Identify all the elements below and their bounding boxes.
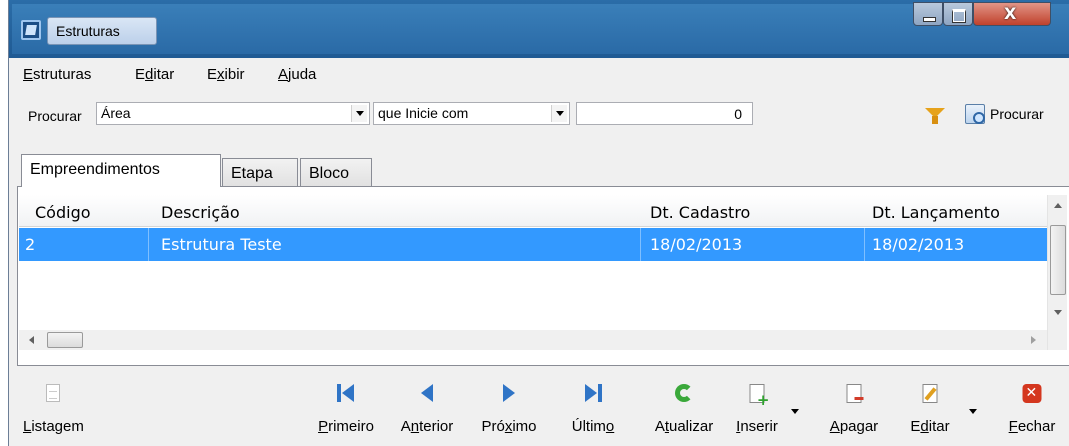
search-button[interactable]: Procurar <box>961 102 1069 128</box>
anterior-label: Anterior <box>400 418 454 435</box>
search-button-label: Procurar <box>990 106 1044 122</box>
tab-empreendimentos[interactable]: Empreendimentos <box>21 154 221 187</box>
search-icon <box>965 104 985 124</box>
horizontal-scroll-thumb[interactable] <box>47 332 83 348</box>
cell-dt-lancamento: 18/02/2013 <box>872 235 965 254</box>
tab-bloco[interactable]: Bloco <box>300 158 372 188</box>
chevron-down-icon[interactable] <box>351 105 367 122</box>
chevron-down-icon[interactable] <box>551 105 567 122</box>
condition-select[interactable]: que Inicie com <box>373 102 570 125</box>
inserir-button[interactable]: Inserir <box>728 370 786 446</box>
apagar-button[interactable]: Apagar <box>821 370 887 446</box>
editar-label: Editar <box>910 418 950 435</box>
primeiro-label: Primeiro <box>318 418 374 435</box>
cell-codigo: 2 <box>25 235 36 254</box>
fechar-label: Fechar <box>1008 418 1056 435</box>
proximo-label: Próximo <box>481 418 537 435</box>
search-label: Procurar <box>28 108 82 124</box>
table-row[interactable]: 2 Estrutura Teste 18/02/2013 18/02/2013 <box>19 228 1047 261</box>
apagar-label: Apagar <box>829 418 879 435</box>
title-bar[interactable]: Estruturas X <box>9 0 1069 58</box>
app-icon[interactable] <box>21 20 41 40</box>
edit-document-icon <box>922 384 938 403</box>
search-input-value: 0 <box>734 106 742 122</box>
menu-editar[interactable]: Editar <box>135 66 174 83</box>
search-input[interactable]: 0 <box>576 102 753 125</box>
application-window: Estruturas X Estruturas Editar Exibir Aj… <box>8 0 1069 446</box>
scroll-up-icon[interactable] <box>1054 203 1062 208</box>
editar-button[interactable]: Editar <box>901 370 959 446</box>
editar-dropdown-icon[interactable] <box>969 409 977 414</box>
listagem-label: Listagem <box>23 418 84 435</box>
scroll-down-icon[interactable] <box>1054 310 1062 315</box>
field-select-value: Área <box>101 105 131 121</box>
menu-exibir[interactable]: Exibir <box>207 66 245 83</box>
primeiro-button[interactable]: Primeiro <box>309 370 383 446</box>
scroll-left-icon[interactable] <box>29 336 34 344</box>
horizontal-scrollbar[interactable] <box>19 330 1047 350</box>
column-header-codigo[interactable]: Código <box>35 203 91 222</box>
inserir-label: Inserir <box>736 418 778 435</box>
fechar-button[interactable]: Fechar <box>999 370 1065 446</box>
scroll-right-icon[interactable] <box>1031 336 1036 344</box>
column-header-descricao[interactable]: Descrição <box>161 203 240 222</box>
cell-divider <box>148 228 149 261</box>
filter-icon[interactable] <box>925 108 945 124</box>
atualizar-button[interactable]: Atualizar <box>646 370 722 446</box>
menu-bar: Estruturas Editar Exibir Ajuda <box>9 62 1069 90</box>
column-header-dt-lancamento[interactable]: Dt. Lançamento <box>872 203 1000 222</box>
title-bar-inner <box>12 4 1069 54</box>
last-record-icon <box>584 384 602 402</box>
first-record-icon <box>337 384 355 402</box>
vertical-scroll-thumb[interactable] <box>1050 225 1066 295</box>
close-icon: X <box>1004 4 1017 23</box>
close-icon <box>1022 384 1042 403</box>
anterior-button[interactable]: Anterior <box>389 370 465 446</box>
next-record-icon <box>503 384 515 402</box>
minimize-button[interactable] <box>913 2 943 26</box>
previous-record-icon <box>421 384 433 402</box>
menu-estruturas[interactable]: Estruturas <box>23 66 91 83</box>
search-bar: Procurar Área que Inicie com 0 Procurar <box>9 90 1069 134</box>
listagem-button[interactable]: Listagem <box>23 370 93 446</box>
menu-ajuda[interactable]: Ajuda <box>278 66 316 83</box>
cell-divider <box>640 228 641 261</box>
tab-etapa[interactable]: Etapa <box>222 158 298 188</box>
inserir-dropdown-icon[interactable] <box>791 409 799 414</box>
close-window-button[interactable]: X <box>973 2 1051 26</box>
column-header-dt-cadastro[interactable]: Dt. Cadastro <box>650 203 750 222</box>
bottom-toolbar: Listagem Primeiro Anterior Próximo Últim… <box>9 370 1069 446</box>
report-icon <box>46 384 60 402</box>
field-select[interactable]: Área <box>96 102 370 125</box>
delete-document-icon <box>846 384 864 403</box>
condition-select-value: que Inicie com <box>378 105 469 121</box>
cell-descricao: Estrutura Teste <box>161 235 282 254</box>
ultimo-label: Último <box>571 418 615 435</box>
cell-dt-cadastro: 18/02/2013 <box>650 235 743 254</box>
ultimo-button[interactable]: Último <box>560 370 626 446</box>
atualizar-label: Atualizar <box>654 418 714 435</box>
new-document-icon <box>749 384 769 409</box>
proximo-button[interactable]: Próximo <box>469 370 549 446</box>
vertical-scrollbar[interactable] <box>1047 195 1067 350</box>
maximize-button[interactable] <box>943 2 973 26</box>
window-title: Estruturas <box>47 17 157 45</box>
refresh-icon <box>675 384 693 402</box>
grid-header: Código Descrição Dt. Cadastro Dt. Lançam… <box>19 195 1047 227</box>
cell-divider <box>864 228 865 261</box>
